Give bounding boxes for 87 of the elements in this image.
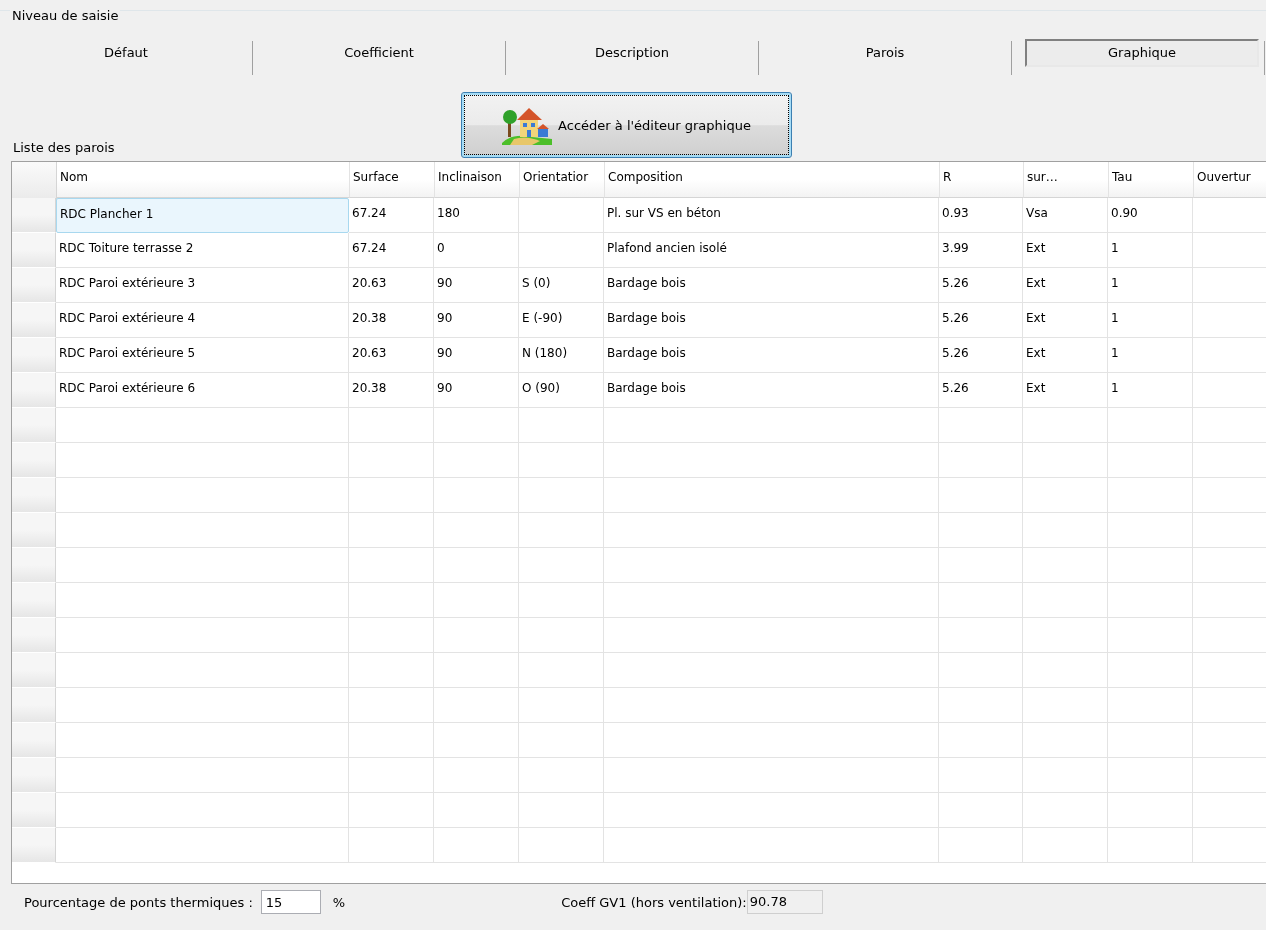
row-header[interactable]	[12, 758, 56, 793]
row-header[interactable]	[12, 443, 56, 478]
row-header[interactable]	[12, 268, 56, 303]
column-header[interactable]: Nom	[57, 162, 350, 198]
table-cell: 1	[1108, 233, 1193, 268]
bridges-label: Pourcentage de ponts thermiques :	[24, 894, 253, 910]
table-cell: 1	[1108, 303, 1193, 338]
row-header[interactable]	[12, 653, 56, 688]
table-cell: RDC Toiture terrasse 2	[56, 233, 349, 268]
row-header[interactable]	[12, 233, 56, 268]
graphic-editor-button[interactable]: Accéder à l'éditeur graphique	[461, 92, 792, 158]
table-cell: Ext	[1023, 373, 1108, 408]
table-cell: Bardage bois	[604, 268, 939, 303]
table-cell: 20.63	[349, 268, 434, 303]
row-header[interactable]	[12, 373, 56, 408]
table-cell: 5.26	[939, 268, 1023, 303]
column-header[interactable]: Tau	[1109, 162, 1194, 198]
table-cell: 5.26	[939, 338, 1023, 373]
column-header[interactable]: Surface	[350, 162, 435, 198]
column-header[interactable]: R	[940, 162, 1024, 198]
table-cell: Ext	[1023, 233, 1108, 268]
table-cell: 20.38	[349, 373, 434, 408]
table-cell: S (0)	[519, 268, 604, 303]
tab[interactable]: Graphique	[1025, 39, 1259, 67]
row-header[interactable]	[12, 618, 56, 653]
row-header[interactable]	[12, 723, 56, 758]
table-cell: 0	[434, 233, 519, 268]
table-cell: RDC Paroi extérieure 6	[56, 373, 349, 408]
list-title: Liste des parois	[13, 140, 115, 155]
table-cell: 67.24	[349, 233, 434, 268]
table-cell: RDC Paroi extérieure 4	[56, 303, 349, 338]
table-cell: Bardage bois	[604, 303, 939, 338]
table-cell: RDC Plancher 1	[56, 198, 349, 233]
table-cell: 0.93	[939, 198, 1023, 233]
table-cell: 0.90	[1108, 198, 1193, 233]
row-header[interactable]	[12, 513, 56, 548]
row-header[interactable]	[12, 583, 56, 618]
column-header[interactable]: sur…	[1024, 162, 1109, 198]
table-cell: RDC Paroi extérieure 3	[56, 268, 349, 303]
table-cell: 1	[1108, 373, 1193, 408]
table-cell: RDC Paroi extérieure 5	[56, 338, 349, 373]
row-header[interactable]	[12, 688, 56, 723]
table-cell: Vsa	[1023, 198, 1108, 233]
row-header[interactable]	[12, 408, 56, 443]
table-cell: 1	[1108, 268, 1193, 303]
column-header[interactable]: Composition	[605, 162, 940, 198]
row-header[interactable]	[12, 828, 56, 863]
tab[interactable]: Parois	[865, 41, 905, 65]
table-cell: Bardage bois	[604, 338, 939, 373]
table-cell: N (180)	[519, 338, 604, 373]
table-cell: Pl. sur VS en béton	[604, 198, 939, 233]
table-cell: 1	[1108, 338, 1193, 373]
gv-label: Coeff GV1 (hors ventilation):	[561, 894, 747, 910]
table-cell: 5.26	[939, 303, 1023, 338]
table-cell: Ext	[1023, 338, 1108, 373]
table-cell: O (90)	[519, 373, 604, 408]
table-cell: Bardage bois	[604, 373, 939, 408]
gv-value: 90.78	[746, 890, 823, 914]
row-header[interactable]	[12, 303, 56, 338]
column-header[interactable]: Orientatior	[520, 162, 605, 198]
table-cell: 90	[434, 268, 519, 303]
house-icon	[502, 105, 553, 145]
table-cell: 3.99	[939, 233, 1023, 268]
column-header[interactable]: Inclinaison	[435, 162, 520, 198]
row-header[interactable]	[12, 478, 56, 513]
table-cell: 90	[434, 373, 519, 408]
table-cell: 90	[434, 303, 519, 338]
tab[interactable]: Défaut	[104, 41, 148, 65]
table-cell: Ext	[1023, 268, 1108, 303]
table-cell: 90	[434, 338, 519, 373]
table-cell: Plafond ancien isolé	[604, 233, 939, 268]
row-header[interactable]	[12, 198, 56, 233]
header-corner	[12, 162, 57, 199]
table-cell: 20.63	[349, 338, 434, 373]
table-cell: 180	[434, 198, 519, 233]
row-header[interactable]	[12, 548, 56, 583]
table-cell: Ext	[1023, 303, 1108, 338]
table-cell: 20.38	[349, 303, 434, 338]
row-header[interactable]	[12, 338, 56, 373]
tab[interactable]: Description	[594, 41, 669, 65]
table-cell: E (-90)	[519, 303, 604, 338]
unit-label: %	[332, 894, 346, 910]
table-cell: 67.24	[349, 198, 434, 233]
tab[interactable]: Coefficient	[344, 41, 414, 65]
bridges-field[interactable]: 15	[260, 890, 321, 914]
row-header[interactable]	[12, 793, 56, 828]
table-cell: 5.26	[939, 373, 1023, 408]
